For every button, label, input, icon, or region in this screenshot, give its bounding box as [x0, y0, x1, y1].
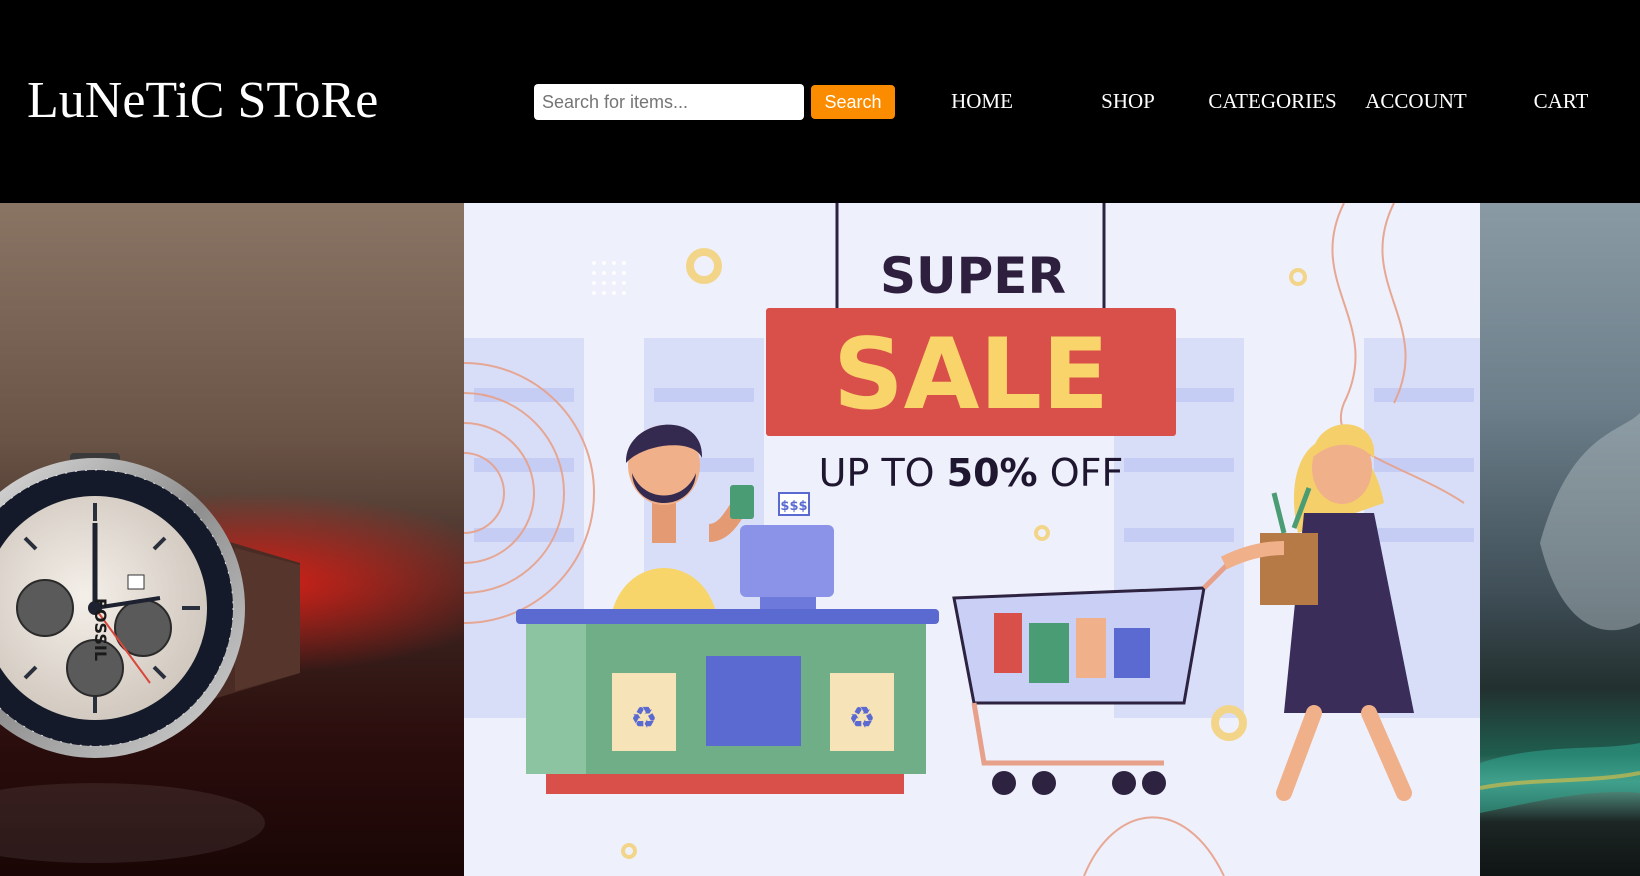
super-sale-illustration: SUPER SALE UP TO 50% OFF $$$ ♻ ♻ [333, 203, 1480, 876]
sale-line1-text: SUPER [880, 247, 1066, 305]
carousel-slide-next[interactable] [1479, 203, 1640, 876]
sale-line2-text: SALE [833, 318, 1109, 432]
register-price-tag: $$$ [780, 499, 807, 514]
site-logo[interactable]: LuNeTiC SToRe [27, 66, 378, 136]
offer-prefix: UP TO [819, 451, 947, 495]
offer-value: 50% [947, 451, 1038, 495]
nav-cart[interactable]: CART [1520, 86, 1602, 116]
offer-suffix: OFF [1038, 451, 1124, 495]
recycle-icon: ♻ [849, 701, 876, 736]
site-header: LuNeTiC SToRe Search HOME SHOP CATEGORIE… [0, 0, 1640, 203]
watch-brand-label: FOSSIL [91, 598, 110, 661]
search-input[interactable] [534, 84, 804, 120]
nav-categories[interactable]: CATEGORIES [1200, 86, 1345, 116]
nav-home[interactable]: HOME [922, 86, 1042, 116]
hero-carousel[interactable]: FOSSIL SUPER SALE UP TO 50% OFF $$$ ♻ ♻ [0, 203, 1640, 876]
blurred-photo [1479, 413, 1640, 813]
nav-account[interactable]: ACCOUNT [1360, 86, 1472, 116]
watch-image: FOSSIL [0, 453, 300, 863]
carousel-slide-super-sale[interactable]: SUPER SALE UP TO 50% OFF $$$ ♻ ♻ [333, 203, 1480, 876]
nav-shop[interactable]: SHOP [1078, 86, 1178, 116]
offer-text: UP TO 50% OFF [819, 451, 1124, 495]
search-button[interactable]: Search [811, 85, 895, 119]
carousel-slide-watch[interactable]: FOSSIL [0, 203, 464, 876]
recycle-icon: ♻ [631, 701, 658, 736]
